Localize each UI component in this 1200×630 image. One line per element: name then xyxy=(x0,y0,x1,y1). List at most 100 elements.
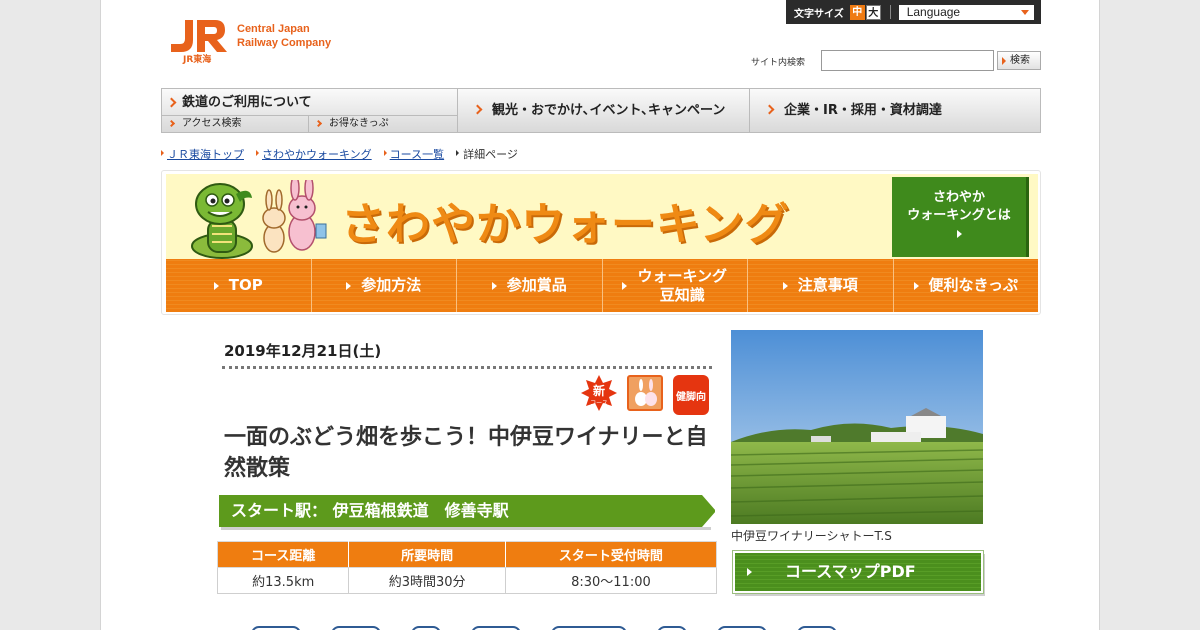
mascot-illustration xyxy=(191,180,327,259)
arrow-right-icon xyxy=(782,281,788,290)
font-size-label: 文字サイズ xyxy=(794,8,844,20)
utility-bar: 文字サイズ 中 大 Language xyxy=(786,0,1041,24)
breadcrumb-link-sawayaka[interactable]: さわやかウォーキング xyxy=(256,146,372,162)
search-button[interactable]: 検索 xyxy=(997,51,1041,70)
subnav-tickets[interactable]: 便利なきっぷ xyxy=(893,259,1038,312)
nav-tourism-label: 観光・おでかけ､イベント､キャンペーン xyxy=(492,103,726,118)
sawayaka-subnav: TOP 参加方法 参加賞品 ウォーキング 豆知識 注意事項 便利なきっぷ xyxy=(166,259,1038,312)
jr-logo-icon: JR東海 xyxy=(165,16,229,65)
bottom-tab[interactable] xyxy=(331,626,381,630)
logo-text-line2: Railway Company xyxy=(237,37,332,49)
font-size-large-button[interactable]: 大 xyxy=(865,4,881,20)
value-start-time: 8:30～11:00 xyxy=(504,567,718,594)
language-select[interactable]: Language xyxy=(898,4,1034,20)
chevron-down-icon xyxy=(1020,9,1029,15)
arrow-right-icon xyxy=(622,281,628,290)
header-duration: 所要時間 xyxy=(348,541,506,568)
arrow-right-icon xyxy=(747,568,752,576)
rabbit-icon xyxy=(627,375,663,411)
what-is-sawayaka-button[interactable]: さわやか ウォーキングとは xyxy=(892,177,1029,257)
subnav-notes-label: 注意事項 xyxy=(797,276,858,294)
subnav-how-to-join[interactable]: 参加方法 xyxy=(311,259,457,312)
header-start-time: スタート受付時間 xyxy=(504,541,718,568)
bottom-tab[interactable] xyxy=(797,626,837,630)
subnav-prizes-label: 参加賞品 xyxy=(506,276,567,294)
nav-access-search-label: アクセス検索 xyxy=(182,118,242,129)
subnav-knowledge-label: ウォーキング 豆知識 xyxy=(637,267,727,305)
bottom-tab[interactable] xyxy=(251,626,301,630)
table-row: 約13.5km 約3時間30分 8:30～11:00 xyxy=(216,567,718,594)
arrow-right-icon xyxy=(213,281,219,290)
logo-text-line1: Central Japan xyxy=(237,23,310,35)
chevron-right-icon xyxy=(472,104,483,115)
subnav-tickets-label: 便利なきっぷ xyxy=(928,276,1018,294)
table-header-row: コース距離 所要時間 スタート受付時間 xyxy=(216,541,718,568)
photo-caption: 中伊豆ワイナリーシャトーT.S xyxy=(731,529,892,543)
new-badge-sub: コース xyxy=(590,400,608,407)
sawayaka-banner: さわやかウォーキング さわやか ウォーキングとは TOP 参加方法 参加賞品 ウ… xyxy=(161,170,1041,315)
nav-access-search[interactable]: アクセス検索 xyxy=(162,116,309,132)
subnav-knowledge-line1: ウォーキング xyxy=(637,266,728,285)
breadcrumb-link-jr-top[interactable]: ＪＲ東海トップ xyxy=(161,146,244,162)
arrow-right-icon xyxy=(956,230,962,238)
nav-corporate-label: 企業・IR・採用・資材調達 xyxy=(784,103,942,118)
value-distance: 約13.5km xyxy=(216,567,350,594)
value-duration: 約3時間30分 xyxy=(348,567,506,594)
bottom-tab-row xyxy=(251,626,951,630)
course-photo xyxy=(731,330,983,524)
course-map-pdf-button[interactable]: コースマップPDF xyxy=(733,551,983,593)
new-course-badge: 新 コース xyxy=(581,375,617,411)
course-map-pdf-label: コースマップPDF xyxy=(785,562,916,581)
bottom-tab[interactable] xyxy=(551,626,627,630)
search-label: サイト内検索 xyxy=(751,58,806,68)
bottom-tab[interactable] xyxy=(657,626,687,630)
language-select-label: Language xyxy=(906,4,961,19)
subnav-notes[interactable]: 注意事項 xyxy=(748,259,894,312)
nav-railway-usage-label: 鉄道のご利用について xyxy=(182,95,312,110)
global-nav: 鉄道のご利用について アクセス検索 お得なきっぷ 観光・おでかけ､イベント､キャ… xyxy=(161,88,1041,133)
subnav-knowledge[interactable]: ウォーキング 豆知識 xyxy=(602,259,748,312)
bottom-tab[interactable] xyxy=(717,626,767,630)
nav-railway-usage[interactable]: 鉄道のご利用について xyxy=(162,89,457,116)
new-badge-text: 新 xyxy=(593,383,605,398)
subnav-knowledge-line2: 豆知識 xyxy=(659,285,705,304)
course-title: 一面のぶどう畑を歩こう！中伊豆ワイナリーと自然散策 xyxy=(224,425,708,481)
arrow-right-icon xyxy=(913,281,919,290)
subnav-top[interactable]: TOP xyxy=(166,259,312,312)
start-station-text: スタート駅： 伊豆箱根鉄道 修善寺駅 xyxy=(231,501,509,520)
global-nav-railway: 鉄道のご利用について アクセス検索 お得なきっぷ xyxy=(162,89,458,132)
nav-corporate[interactable]: 企業・IR・採用・資材調達 xyxy=(750,89,1040,132)
event-date: 2019年12月21日(土) xyxy=(224,342,382,360)
banner-title: さわやかウォーキング xyxy=(341,199,790,250)
chevron-right-icon xyxy=(167,119,176,128)
arrow-right-icon xyxy=(491,281,497,290)
subnav-how-label: 参加方法 xyxy=(361,276,422,294)
banner-header: さわやかウォーキング さわやか ウォーキングとは xyxy=(166,174,1038,259)
bottom-tab[interactable] xyxy=(411,626,441,630)
course-badges: 新 コース 健脚向 xyxy=(581,375,709,415)
arrow-right-icon xyxy=(346,281,352,290)
divider xyxy=(889,5,891,19)
breadcrumb-current: 詳細ページ xyxy=(456,146,518,162)
breadcrumb: ＪＲ東海トップ さわやかウォーキング コース一覧 詳細ページ xyxy=(161,146,518,162)
dotted-divider xyxy=(222,366,712,369)
advanced-badge-text: 健脚向 xyxy=(676,391,706,403)
header-distance: コース距離 xyxy=(216,541,350,568)
font-size-medium-button[interactable]: 中 xyxy=(849,4,865,20)
start-station-bar: スタート駅： 伊豆箱根鉄道 修善寺駅 xyxy=(219,495,716,527)
subnav-top-label: TOP xyxy=(228,276,263,294)
subnav-prizes[interactable]: 参加賞品 xyxy=(457,259,603,312)
course-info-table: コース距離 所要時間 スタート受付時間 約13.5km 約3時間30分 8:30… xyxy=(216,541,718,594)
jr-central-logo[interactable]: JR東海 Central Japan Railway Company xyxy=(165,16,331,65)
nav-discount-tickets[interactable]: お得なきっぷ xyxy=(309,116,458,132)
breadcrumb-link-course-list[interactable]: コース一覧 xyxy=(383,146,444,162)
start-bar-shadow xyxy=(221,527,711,530)
what-is-line2: ウォーキングとは xyxy=(907,208,1011,223)
chevron-right-icon xyxy=(166,97,177,108)
bottom-tab[interactable] xyxy=(471,626,521,630)
nav-tourism[interactable]: 観光・おでかけ､イベント､キャンペーン xyxy=(458,89,750,132)
nav-discount-tickets-label: お得なきっぷ xyxy=(329,118,389,129)
search-input[interactable] xyxy=(821,50,994,71)
logo-text: Central Japan Railway Company xyxy=(237,22,331,50)
chevron-right-icon xyxy=(314,119,323,128)
